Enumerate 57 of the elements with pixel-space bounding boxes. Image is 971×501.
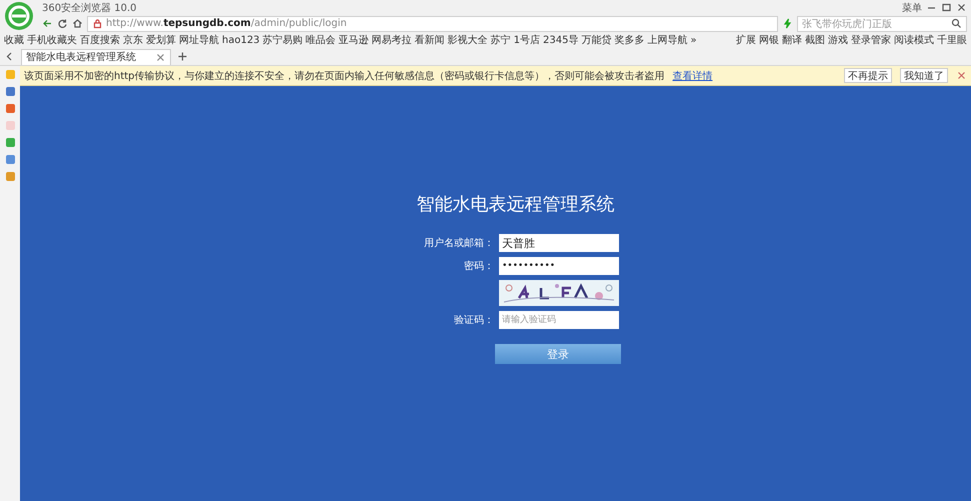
search-icon[interactable] <box>951 18 962 29</box>
field-label: 验证码： <box>453 314 494 327</box>
bookmark[interactable]: 亚马逊 <box>338 33 369 47</box>
toolbar-item[interactable]: 阅读模式 <box>894 33 934 47</box>
bookmark[interactable]: 收藏 <box>4 33 24 47</box>
username-field[interactable]: 天普胜 <box>499 234 619 252</box>
bookmark[interactable]: 上网导航 <box>648 33 688 47</box>
more-bookmarks[interactable]: » <box>690 34 697 46</box>
bookmark[interactable]: hao123 <box>222 34 260 46</box>
toolbar-item[interactable]: 网银 <box>759 33 779 47</box>
bookmark[interactable]: 看新闻 <box>414 33 445 47</box>
search-placeholder: 张飞带你玩虎门正版 <box>802 18 892 30</box>
bookmark[interactable]: 1号店 <box>514 33 540 47</box>
bookmark[interactable]: 网址导航 <box>179 33 219 47</box>
toolbar-item[interactable]: 千里眼 <box>937 33 967 47</box>
bookmark[interactable]: 手机收藏夹 <box>27 33 77 47</box>
bookmark[interactable]: 奖多多 <box>614 33 644 47</box>
home-icon[interactable] <box>72 18 83 29</box>
field-label: 密码： <box>463 260 494 273</box>
toolbar-item[interactable]: 翻译 <box>782 33 802 47</box>
field-label: 用户名或邮箱： <box>423 236 494 250</box>
toolbar-item[interactable]: 截图 <box>805 33 825 47</box>
lock-icon[interactable] <box>92 18 103 29</box>
bookmark[interactable]: 万能贷 <box>582 33 612 47</box>
bookmark[interactable]: 2345导 <box>543 33 578 47</box>
close-icon[interactable] <box>956 2 967 13</box>
toolbar-item[interactable]: 游戏 <box>828 33 848 47</box>
details-link[interactable]: 查看详情 <box>672 68 713 82</box>
bookmark[interactable]: 百度搜索 <box>80 33 120 47</box>
window-title: 360安全浏览器 10.0 <box>42 2 137 14</box>
toolbar-item[interactable]: 扩展 <box>736 33 756 47</box>
notice-button[interactable]: 我知道了 <box>900 68 948 83</box>
back-icon[interactable] <box>42 18 53 29</box>
browser-tab[interactable]: 智能水电表远程管理系统 <box>21 48 171 64</box>
new-tab-icon[interactable] <box>177 51 188 62</box>
maximize-icon[interactable] <box>941 2 952 13</box>
close-icon[interactable] <box>956 70 967 81</box>
bookmark[interactable]: 苏宁易购 <box>262 33 303 47</box>
password-field[interactable]: •••••••••• <box>499 257 619 275</box>
notice-text: 该页面采用不加密的http传输协议，与你建立的连接不安全，请勿在页面内输入任何敏感信息（密码或银行卡信息等），否则可能会被攻击者盗用 <box>24 70 665 82</box>
refresh-icon[interactable] <box>57 18 68 29</box>
notice-button[interactable]: 不再提示 <box>844 68 892 83</box>
page-title: 智能水电表远程管理系统 <box>416 193 614 216</box>
captcha-field[interactable]: 请输入验证码 <box>499 311 619 329</box>
close-icon[interactable] <box>155 52 166 62</box>
menu-button[interactable]: 菜单 <box>902 0 922 14</box>
lightning-icon[interactable] <box>782 18 793 29</box>
bookmark[interactable]: 苏宁 <box>490 33 511 47</box>
bookmark[interactable]: 影视大全 <box>448 33 488 47</box>
bookmark[interactable]: 爱划算 <box>146 33 176 47</box>
address-field[interactable]: http://www.tepsungdb.com/admin/public/login <box>87 16 778 32</box>
url-text: http://www.tepsungdb.com/admin/public/login <box>106 18 347 29</box>
toolbar-item[interactable]: 登录管家 <box>851 33 891 47</box>
browser-logo <box>4 1 34 31</box>
bookmark[interactable]: 网易考拉 <box>372 33 412 47</box>
bookmark[interactable]: 唯品会 <box>306 33 336 47</box>
bookmark[interactable]: 京东 <box>123 33 143 47</box>
